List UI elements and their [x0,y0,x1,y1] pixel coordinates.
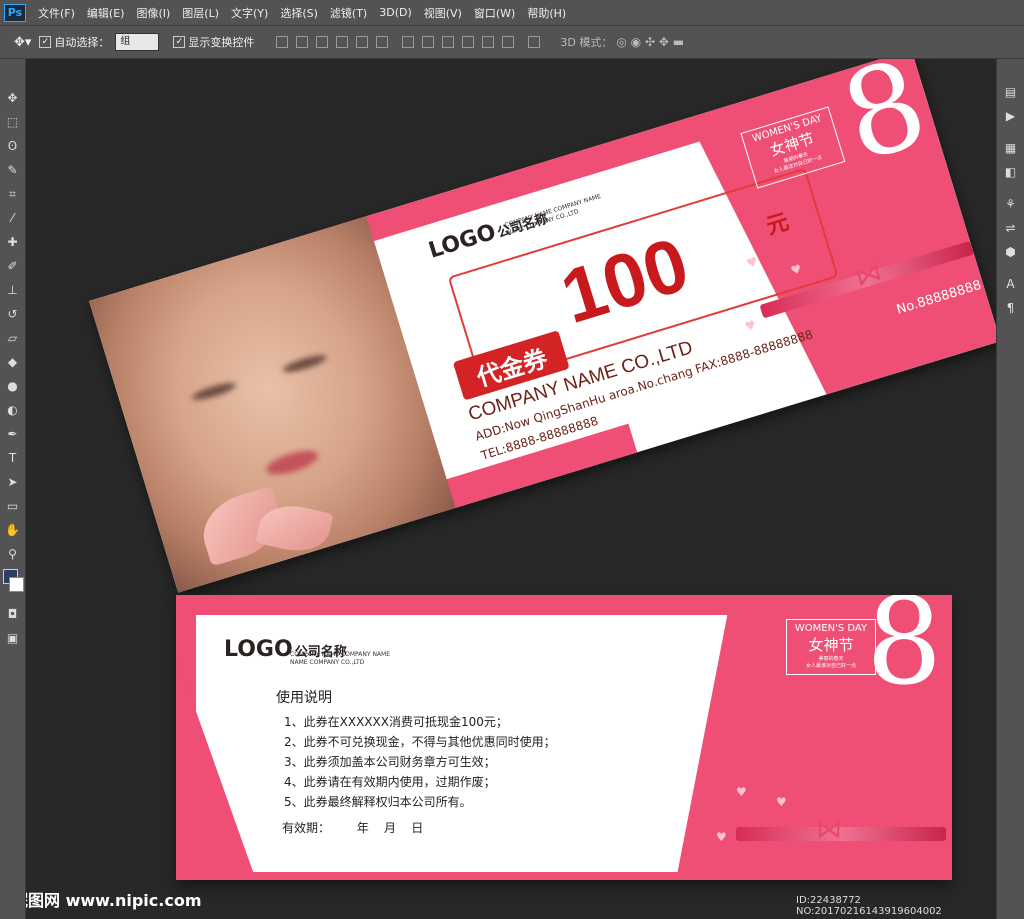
channels-panel-icon[interactable]: ⇌ [1002,219,1020,237]
distribute-left-icon[interactable] [462,36,475,48]
zoom-tool-icon[interactable]: ⚲ [4,545,22,563]
voucher-back-card: LOGO 公司名称 COMPANY NAME COMPANY NAME NAME … [176,595,952,880]
hand-tool-icon[interactable]: ✋ [4,521,22,539]
distribute-right-icon[interactable] [502,36,515,48]
menu-edit[interactable]: 编辑(E) [87,5,125,21]
dodge-tool-icon[interactable]: ◐ [4,401,22,419]
menu-file[interactable]: 文件(F) [38,5,75,21]
distribute-bottom-icon[interactable] [442,36,455,48]
usage-rule-4: 4、此券请在有效期内使用，过期作废； [284,775,496,789]
usage-rule-5: 5、此券最终解释权归本公司所有。 [284,795,472,809]
menu-layer[interactable]: 图层(L) [182,5,219,21]
heart-icon: ♥ [716,830,727,844]
menu-filter[interactable]: 滤镜(T) [330,5,367,21]
heart-icon: ♥ [743,317,758,334]
menu-help[interactable]: 帮助(H) [527,5,566,21]
type-tool-icon[interactable]: T [4,449,22,467]
model-photo [89,216,456,593]
nipic-watermark: 昵图网 www.nipic.com [26,891,202,910]
history-panel-icon[interactable]: ▤ [1002,83,1020,101]
auto-select-dropdown[interactable]: 组 [115,33,160,51]
auto-select-label: 自动选择： [54,36,110,49]
stamp-tool-icon[interactable]: ⊥ [4,281,22,299]
menu-3d[interactable]: 3D(D) [379,6,412,19]
align-right-icon[interactable] [376,36,389,48]
validity-line: 有效期： 年 月 日 [282,821,424,835]
tools-panel: ✥ ⬚ ʘ ✎ ⌗ ⁄ ✚ ✐ ⊥ ↺ ▱ ◆ ● ◐ ✒ T ➤ ▭ ✋ ⚲ … [0,59,26,919]
document-canvas[interactable]: LOGO公司名称 COMPANY NAME COMPANY NAME NAME … [26,59,996,919]
align-left-icon[interactable] [336,36,349,48]
card2-bottom-band [176,872,952,880]
options-bar: ✥▾ ✓ 自动选择： 组 ✓ 显示变换控件 3D 模式： ◎ ◉ ✣ ✥ ▬ [0,25,1024,59]
image-id: ID:22438772 NO:20170216143919604002 [796,895,942,917]
character-panel-icon[interactable]: A [1002,275,1020,293]
usage-rule-1: 1、此券在XXXXXX消费可抵现金100元； [284,715,508,729]
move-tool-icon[interactable]: ✥▾ [14,35,31,50]
paragraph-panel-icon[interactable]: ¶ [1002,299,1020,317]
card1-fax: FAX:8888-88888888 [693,327,815,377]
menu-select[interactable]: 选择(S) [280,5,318,21]
shape-tool-icon[interactable]: ▭ [4,497,22,515]
align-top-icon[interactable] [276,36,289,48]
menu-type[interactable]: 文字(Y) [231,5,268,21]
menu-image[interactable]: 图像(I) [136,5,170,21]
show-transform-label: 显示变换控件 [188,36,255,49]
auto-align-icon[interactable] [528,36,541,48]
usage-rule-2: 2、此券不可兑换现金，不得与其他优惠同时使用； [284,735,556,749]
healing-tool-icon[interactable]: ✚ [4,233,22,251]
3d-mode-label: 3D 模式： [560,36,613,49]
quick-select-tool-icon[interactable]: ✎ [4,161,22,179]
menu-bar: Ps 文件(F) 编辑(E) 图像(I) 图层(L) 文字(Y) 选择(S) 滤… [0,0,1024,25]
history-brush-tool-icon[interactable]: ↺ [4,305,22,323]
quick-mask-icon[interactable]: ◘ [4,605,22,623]
screen-mode-icon[interactable]: ▣ [4,629,22,647]
background-color-swatch[interactable] [9,577,24,592]
heart-icon: ♥ [776,795,787,809]
heart-icon: ♥ [736,785,747,799]
menu-view[interactable]: 视图(V) [424,5,462,21]
3d-panel-icon[interactable]: ⬢ [1002,243,1020,261]
show-transform-checkbox[interactable]: ✓ [173,36,186,48]
usage-title: 使用说明 [276,690,332,706]
distribute-hcenter-icon[interactable] [482,36,495,48]
menu-window[interactable]: 窗口(W) [474,5,515,21]
3d-tools-icons[interactable]: ◎ ◉ ✣ ✥ ▬ [616,35,684,49]
card2-bow-icon: ⋈ [816,815,842,845]
photoshop-logo: Ps [4,3,26,22]
move-tool-icon[interactable]: ✥ [4,89,22,107]
properties-panel-icon[interactable]: ▦ [1002,139,1020,157]
brush-settings-icon[interactable]: ⚘ [1002,195,1020,213]
blur-tool-icon[interactable]: ● [4,377,22,395]
adjustments-panel-icon[interactable]: ◧ [1002,163,1020,181]
distribute-vcenter-icon[interactable] [422,36,435,48]
crop-tool-icon[interactable]: ⌗ [4,185,22,203]
card2-company-small: COMPANY NAME COMPANY NAME NAME COMPANY C… [290,651,391,666]
paint-bucket-tool-icon[interactable]: ◆ [4,353,22,371]
pen-tool-icon[interactable]: ✒ [4,425,22,443]
usage-rule-3: 3、此券须加盖本公司财务章方可生效； [284,755,496,769]
card2-womens-day-box: WOMEN'S DAY 女神节 美丽的春天 女人最该对自己好一点 [786,619,876,675]
distribute-top-icon[interactable] [402,36,415,48]
eraser-tool-icon[interactable]: ▱ [4,329,22,347]
color-swatches[interactable] [0,569,25,599]
align-vcenter-icon[interactable] [296,36,309,48]
align-bottom-icon[interactable] [316,36,329,48]
voucher-front-card: LOGO公司名称 COMPANY NAME COMPANY NAME NAME … [89,59,996,593]
path-select-tool-icon[interactable]: ➤ [4,473,22,491]
actions-play-icon[interactable]: ▶ [1002,107,1020,125]
eyedropper-tool-icon[interactable]: ⁄ [4,209,22,227]
card2-left-triangle [176,655,256,880]
right-panel-dock: ▤ ▶ ▦ ◧ ⚘ ⇌ ⬢ A ¶ [996,59,1024,919]
align-hcenter-icon[interactable] [356,36,369,48]
lasso-tool-icon[interactable]: ʘ [4,137,22,155]
brush-tool-icon[interactable]: ✐ [4,257,22,275]
card2-big-eight: 8 [866,595,943,712]
marquee-tool-icon[interactable]: ⬚ [4,113,22,131]
auto-select-checkbox[interactable]: ✓ [39,36,52,48]
